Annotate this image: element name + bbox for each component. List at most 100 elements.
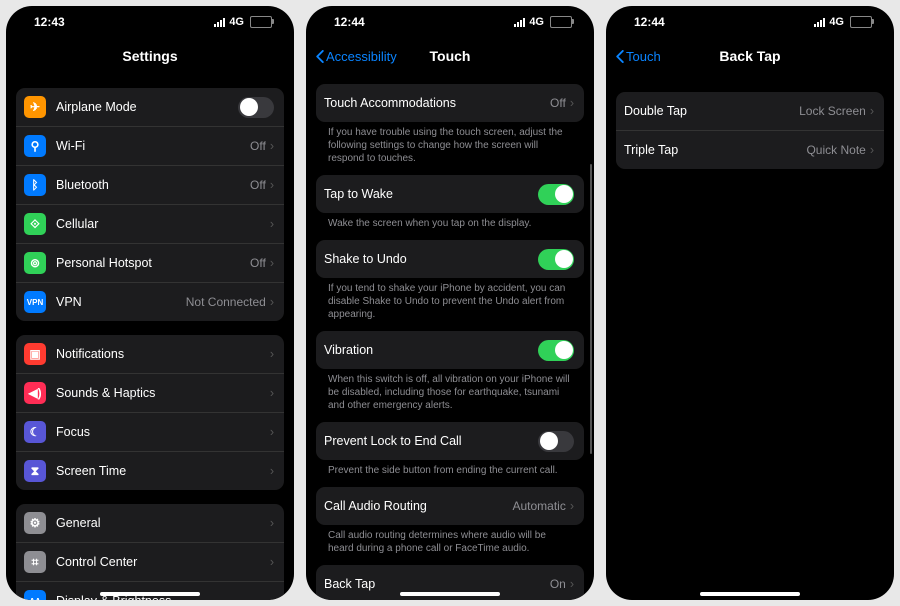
row-label: Screen Time bbox=[56, 464, 270, 478]
status-time: 12:44 bbox=[334, 15, 365, 29]
row-note: Wake the screen when you tap on the disp… bbox=[316, 213, 584, 230]
row-screen-time[interactable]: ⧗Screen Time› bbox=[16, 451, 284, 490]
touch-screen: 12:44 4G Accessibility Touch Touch Accom… bbox=[306, 6, 594, 600]
row-display-brightness[interactable]: AADisplay & Brightness› bbox=[16, 581, 284, 600]
row-cellular[interactable]: ⟐Cellular› bbox=[16, 204, 284, 243]
screentime-icon: ⧗ bbox=[24, 460, 46, 482]
row-label: Cellular bbox=[56, 217, 270, 231]
switch-prevent-lock[interactable] bbox=[538, 431, 574, 452]
wifi-icon: ⚲ bbox=[24, 135, 46, 157]
row-touch-accommodations[interactable]: Touch Accommodations Off › bbox=[316, 84, 584, 122]
row-triple-tap[interactable]: Triple TapQuick Note› bbox=[616, 130, 884, 169]
row-notifications[interactable]: ▣ Notifications› bbox=[16, 335, 284, 373]
row-shake-to-undo[interactable]: Shake to Undo bbox=[316, 240, 584, 278]
row-label: Touch Accommodations bbox=[324, 96, 550, 110]
row-wi-fi[interactable]: ⚲ Wi-FiOff › bbox=[16, 126, 284, 165]
settings-list[interactable]: ✈︎Airplane Mode⚲Wi-FiOff›ᛒBluetoothOff›⟐… bbox=[6, 74, 294, 600]
row-personal-hotspot[interactable]: ⊚Personal HotspotOff› bbox=[16, 243, 284, 282]
scrollbar[interactable] bbox=[590, 164, 593, 454]
row-label: Back Tap bbox=[324, 577, 550, 591]
chevron-right-icon: › bbox=[270, 555, 274, 569]
settings-screen: 12:43 4G Settings ✈︎Airplane Mode⚲Wi-FiO… bbox=[6, 6, 294, 600]
row-label: VPN bbox=[56, 295, 186, 309]
row-prevent-lock[interactable]: Prevent Lock to End Call bbox=[316, 422, 584, 460]
row-label: Call Audio Routing bbox=[324, 499, 512, 513]
signal-icon bbox=[214, 17, 225, 27]
chevron-left-icon bbox=[316, 50, 324, 63]
chevron-right-icon: › bbox=[270, 386, 274, 400]
row-label: Triple Tap bbox=[624, 143, 806, 157]
row-label: Sounds & Haptics bbox=[56, 386, 270, 400]
back-button[interactable]: Touch bbox=[616, 38, 661, 74]
carrier-label: 4G bbox=[229, 16, 244, 28]
signal-icon bbox=[514, 17, 525, 27]
nav-bar: Accessibility Touch bbox=[306, 38, 594, 74]
switch-airplane-mode[interactable] bbox=[238, 97, 274, 118]
row-label: Wi-Fi bbox=[56, 139, 250, 153]
airplane-icon: ✈︎ bbox=[24, 96, 46, 118]
row-bluetooth[interactable]: ᛒBluetoothOff› bbox=[16, 165, 284, 204]
status-time: 12:44 bbox=[634, 15, 665, 29]
chevron-right-icon: › bbox=[270, 425, 274, 439]
page-title: Back Tap bbox=[719, 48, 780, 64]
row-label: Prevent Lock to End Call bbox=[324, 434, 538, 448]
back-tap-list[interactable]: Double TapLock Screen›Triple TapQuick No… bbox=[606, 74, 894, 600]
row-note: Prevent the side button from ending the … bbox=[316, 460, 584, 477]
row-value: Not Connected bbox=[186, 295, 266, 309]
switch-vibration[interactable] bbox=[538, 340, 574, 361]
nav-bar: Settings bbox=[6, 38, 294, 74]
chevron-right-icon: › bbox=[570, 499, 574, 513]
row-call-audio-routing[interactable]: Call Audio Routing Automatic › bbox=[316, 487, 584, 525]
row-label: Notifications bbox=[56, 347, 270, 361]
row-label: Vibration bbox=[324, 343, 538, 357]
row-note: When this switch is off, all vibration o… bbox=[316, 369, 584, 412]
chevron-right-icon: › bbox=[270, 178, 274, 192]
battery-icon bbox=[550, 16, 572, 28]
row-focus[interactable]: ☾Focus› bbox=[16, 412, 284, 451]
carrier-label: 4G bbox=[829, 16, 844, 28]
row-value: Off bbox=[250, 256, 266, 270]
row-vibration[interactable]: Vibration bbox=[316, 331, 584, 369]
switch-shake-to-undo[interactable] bbox=[538, 249, 574, 270]
back-button[interactable]: Accessibility bbox=[316, 38, 397, 74]
home-indicator[interactable] bbox=[400, 592, 500, 596]
row-value: Off bbox=[250, 178, 266, 192]
chevron-right-icon: › bbox=[570, 96, 574, 110]
row-label: Tap to Wake bbox=[324, 187, 538, 201]
nav-bar: Touch Back Tap bbox=[606, 38, 894, 74]
focus-icon: ☾ bbox=[24, 421, 46, 443]
chevron-right-icon: › bbox=[870, 104, 874, 118]
row-double-tap[interactable]: Double TapLock Screen› bbox=[616, 92, 884, 130]
row-control-center[interactable]: ⌗Control Center› bbox=[16, 542, 284, 581]
back-tap-screen: 12:44 4G Touch Back Tap Double TapLock S… bbox=[606, 6, 894, 600]
row-airplane-mode[interactable]: ✈︎Airplane Mode bbox=[16, 88, 284, 126]
page-title: Touch bbox=[430, 48, 471, 64]
signal-icon bbox=[814, 17, 825, 27]
switch-tap-to-wake[interactable] bbox=[538, 184, 574, 205]
home-indicator[interactable] bbox=[100, 592, 200, 596]
chevron-right-icon: › bbox=[270, 347, 274, 361]
row-value: Quick Note bbox=[806, 143, 865, 157]
carrier-label: 4G bbox=[529, 16, 544, 28]
chevron-right-icon: › bbox=[270, 516, 274, 530]
cellular-icon: ⟐ bbox=[24, 213, 46, 235]
status-bar: 12:44 4G bbox=[306, 6, 594, 38]
status-time: 12:43 bbox=[34, 15, 65, 29]
home-indicator[interactable] bbox=[700, 592, 800, 596]
row-value: Automatic bbox=[512, 499, 565, 513]
row-label: Bluetooth bbox=[56, 178, 250, 192]
row-sounds-haptics[interactable]: ◀︎)Sounds & Haptics› bbox=[16, 373, 284, 412]
battery-icon bbox=[850, 16, 872, 28]
row-label: Shake to Undo bbox=[324, 252, 538, 266]
notifications-icon: ▣ bbox=[24, 343, 46, 365]
row-general[interactable]: ⚙︎General› bbox=[16, 504, 284, 542]
page-title: Settings bbox=[122, 48, 177, 64]
touch-list[interactable]: Touch Accommodations Off › If you have t… bbox=[306, 74, 594, 600]
chevron-right-icon: › bbox=[570, 577, 574, 591]
chevron-right-icon: › bbox=[270, 256, 274, 270]
row-vpn[interactable]: VPNVPNNot Connected› bbox=[16, 282, 284, 321]
row-tap-to-wake[interactable]: Tap to Wake bbox=[316, 175, 584, 213]
chevron-right-icon: › bbox=[270, 139, 274, 153]
row-label: Personal Hotspot bbox=[56, 256, 250, 270]
row-value: Off bbox=[250, 139, 266, 153]
